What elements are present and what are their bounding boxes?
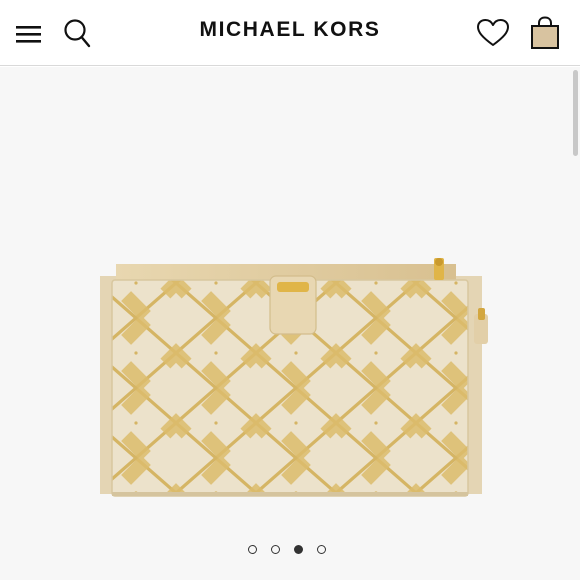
carousel-dot-4[interactable] (317, 545, 326, 554)
heart-icon (477, 19, 509, 46)
carousel-pagination (248, 544, 338, 556)
shopping-bag-icon (531, 16, 559, 49)
carousel-dot-3[interactable] (294, 545, 303, 554)
carousel-dot-2[interactable] (271, 545, 280, 554)
wishlist-button[interactable] (474, 16, 512, 50)
scrollbar[interactable] (573, 70, 578, 156)
shopping-bag-button[interactable] (528, 15, 562, 51)
product-image[interactable] (96, 178, 496, 504)
site-header: MICHAEL KORS (0, 0, 580, 66)
carousel-dot-1[interactable] (248, 545, 257, 554)
